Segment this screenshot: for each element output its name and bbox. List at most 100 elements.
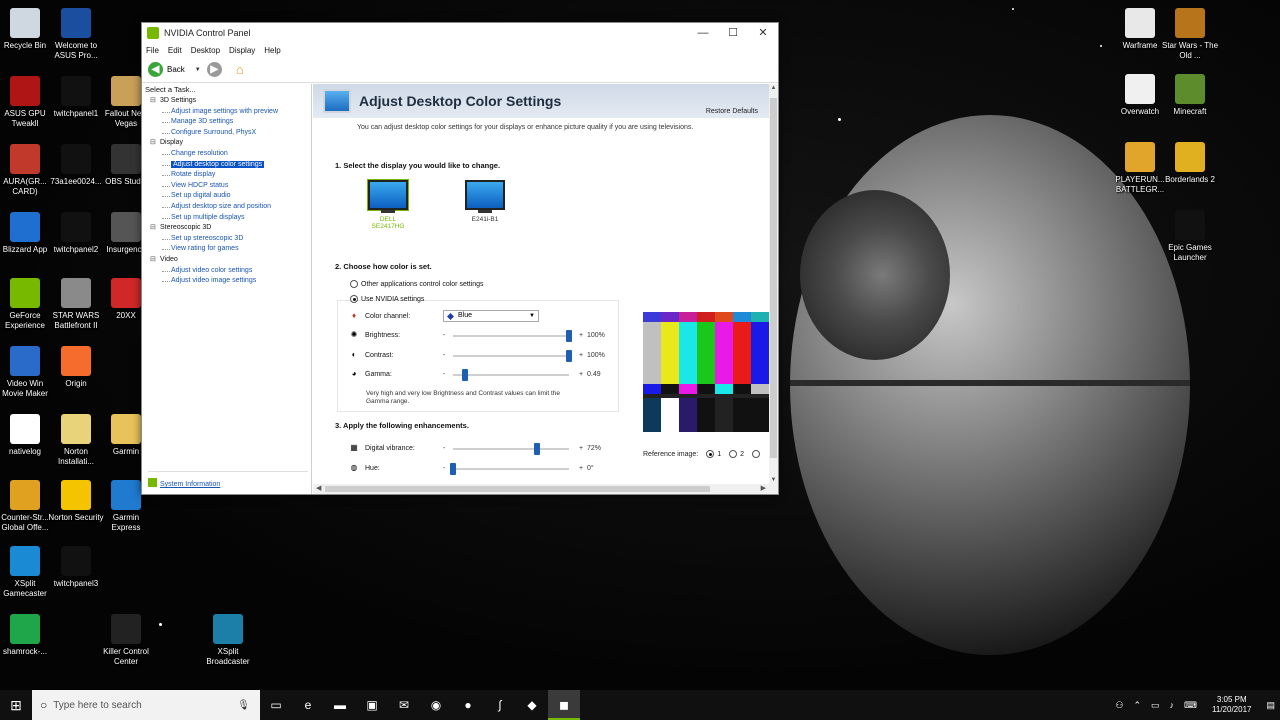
desktop-icon-blank-file[interactable]: twitchpanel1 [48, 76, 104, 119]
hue-slider[interactable] [450, 462, 569, 475]
scroll-up-icon[interactable]: ▲ [769, 85, 778, 91]
restore-defaults-link[interactable]: Restore Defaults [706, 108, 758, 115]
contrast-decrease[interactable]: - [443, 352, 453, 359]
windows-start-icon[interactable]: ⊞ [0, 690, 32, 720]
reference-option-2[interactable]: 2 [729, 450, 744, 458]
tree-item-adjust-video-color-settings[interactable]: Adjust video color settings [148, 266, 311, 277]
tree-item-view-rating-for-games[interactable]: View rating for games [148, 244, 311, 255]
desktop-icon-text-file[interactable]: nativelog [0, 414, 53, 457]
reference-option-3[interactable] [752, 450, 763, 458]
desktop-icon-geforce[interactable]: GeForce Experience [0, 278, 53, 331]
tree-item-adjust-desktop-color-settings[interactable]: Adjust desktop color settings [148, 160, 311, 171]
tree-category-stereoscopic-3d[interactable]: Stereoscopic 3D [148, 223, 311, 234]
menu-file[interactable]: File [146, 46, 159, 55]
contrast-increase[interactable]: + [575, 352, 587, 359]
desktop-icon-pubg[interactable]: PLAYERUN... BATTLEGR... [1112, 142, 1168, 195]
title-bar[interactable]: NVIDIA Control Panel — ☐ ✕ [142, 23, 778, 43]
desktop-icon-norton[interactable]: Norton Security [48, 480, 104, 523]
task-view-icon[interactable]: ▭ [260, 690, 292, 720]
desktop-icon-blank-file[interactable]: 73a1ee0024... [48, 144, 104, 187]
taskbar-search-box[interactable]: ○ Type here to search 🎙 [32, 690, 260, 720]
digital-vibrance-decrease[interactable]: - [443, 445, 453, 452]
desktop-icon-xsplit-broadcaster[interactable]: XSplit Broadcaster [200, 614, 256, 667]
tree-item-manage-3d-settings[interactable]: Manage 3D settings [148, 117, 311, 128]
digital-vibrance-slider-thumb[interactable] [533, 442, 540, 455]
clock[interactable]: 3:05 PM 11/20/2017 [1212, 695, 1251, 715]
brightness-slider-thumb[interactable] [566, 329, 572, 342]
forward-arrow-icon[interactable]: ▶ [206, 62, 222, 77]
desktop-icon-blizzard[interactable]: Blizzard App [0, 212, 53, 255]
digital-vibrance-increase[interactable]: + [575, 445, 587, 452]
tree-item-change-resolution[interactable]: Change resolution [148, 149, 311, 160]
desktop-icon-origin[interactable]: Origin [48, 346, 104, 389]
tree-item-adjust-video-image-settings[interactable]: Adjust video image settings [148, 276, 311, 287]
scroll-left-icon[interactable]: ◀ [316, 484, 321, 494]
tree-item-set-up-multiple-displays[interactable]: Set up multiple displays [148, 213, 311, 224]
desktop-icon-recycle-bin[interactable]: Recycle Bin [0, 8, 53, 51]
desktop-icon-asus-gpu-tweak[interactable]: ASUS GPU Tweakll [0, 76, 53, 129]
brightness-increase[interactable]: + [575, 332, 587, 339]
desktop-icon-battlefront[interactable]: STAR WARS Battlefront II [48, 278, 104, 331]
tree-category-display[interactable]: Display [148, 138, 311, 149]
back-arrow-icon[interactable]: ◀ [148, 62, 163, 77]
horizontal-scrollbar[interactable]: ◀ ▶ [313, 484, 778, 494]
tree-item-view-hdcp-status[interactable]: View HDCP status [148, 181, 311, 192]
close-button[interactable]: ✕ [748, 23, 778, 43]
origin-icon[interactable]: ● [452, 690, 484, 720]
menu-edit[interactable]: Edit [168, 46, 182, 55]
action-center-icon[interactable]: ▤ [1266, 700, 1275, 711]
tray-chevron-icon[interactable]: ⌃ [1133, 700, 1141, 711]
menu-display[interactable]: Display [229, 46, 255, 55]
digital-vibrance-slider[interactable] [453, 442, 569, 455]
app-red-icon[interactable]: ◆ [516, 690, 548, 720]
steam-icon[interactable]: ∫ [484, 690, 516, 720]
back-button[interactable]: Back [167, 65, 185, 74]
microphone-icon[interactable]: 🎙 [237, 700, 250, 711]
desktop-icon-borderlands[interactable]: Borderlands 2 [1162, 142, 1218, 185]
tree-item-set-up-stereoscopic-3d[interactable]: Set up stereoscopic 3D [148, 234, 311, 245]
vertical-scrollbar[interactable]: ▲ ▼ [769, 84, 778, 484]
tree-item-set-up-digital-audio[interactable]: Set up digital audio [148, 191, 311, 202]
menu-desktop[interactable]: Desktop [191, 46, 220, 55]
file-explorer-icon[interactable]: ▬ [324, 690, 356, 720]
mail-icon[interactable]: ✉ [388, 690, 420, 720]
minimize-button[interactable]: — [688, 23, 718, 43]
desktop-icon-aura[interactable]: AURA(GR... CARD) [0, 144, 53, 197]
desktop-icon-blank-file[interactable]: twitchpanel3 [48, 546, 104, 589]
maximize-button[interactable]: ☐ [718, 23, 748, 43]
tree-category-video[interactable]: Video [148, 255, 311, 266]
tree-category-3d-settings[interactable]: 3D Settings [148, 96, 311, 107]
brightness-decrease[interactable]: - [443, 332, 453, 339]
tree-item-adjust-desktop-size-and-position[interactable]: Adjust desktop size and position [148, 202, 311, 213]
brightness-slider[interactable] [453, 329, 572, 342]
color-channel-select[interactable]: Blue ▼ [443, 310, 539, 322]
radio-use-nvidia[interactable]: Use NVIDIA settings [350, 295, 424, 303]
display-dell[interactable]: DELL SE2417HG [367, 180, 409, 230]
volume-icon[interactable]: ♪ [1170, 700, 1175, 710]
home-icon[interactable]: ⌂ [232, 62, 248, 78]
desktop-icon-norton-installer[interactable]: Norton Installati... [48, 414, 104, 467]
store-icon[interactable]: ▣ [356, 690, 388, 720]
gamma-slider-thumb[interactable] [461, 368, 468, 381]
desktop-icon-shamrock[interactable]: shamrock-... [0, 614, 53, 657]
desktop-icon-killer[interactable]: Killer Control Center [98, 614, 154, 667]
network-icon[interactable]: ▭ [1151, 700, 1160, 711]
gamma-slider[interactable] [453, 368, 569, 381]
radio-other-apps[interactable]: Other applications control color setting… [350, 280, 484, 288]
desktop-icon-movie-maker[interactable]: Video Win Movie Maker [0, 346, 53, 399]
tree-item-configure-surround-physx[interactable]: Configure Surround, PhysX [148, 128, 311, 139]
edge-icon[interactable]: e [292, 690, 324, 720]
nvidia-icon[interactable]: ◼ [548, 690, 580, 720]
gamma-increase[interactable]: + [575, 371, 587, 378]
desktop-icon-minecraft[interactable]: Minecraft [1162, 74, 1218, 117]
scroll-right-icon[interactable]: ▶ [761, 484, 766, 494]
desktop-icon-xsplit-gamecaster[interactable]: XSplit Gamecaster [0, 546, 53, 599]
people-icon[interactable]: ⚇ [1115, 700, 1123, 711]
contrast-slider[interactable] [453, 349, 572, 362]
menu-help[interactable]: Help [264, 46, 280, 55]
back-history-dropdown-icon[interactable]: ▼ [195, 67, 201, 73]
hue-increase[interactable]: + [575, 465, 587, 472]
reference-option-1[interactable]: 1 [706, 450, 721, 458]
desktop-icon-csgo[interactable]: Counter-Str... Global Offe... [0, 480, 53, 533]
horizontal-scroll-thumb[interactable] [325, 486, 710, 492]
